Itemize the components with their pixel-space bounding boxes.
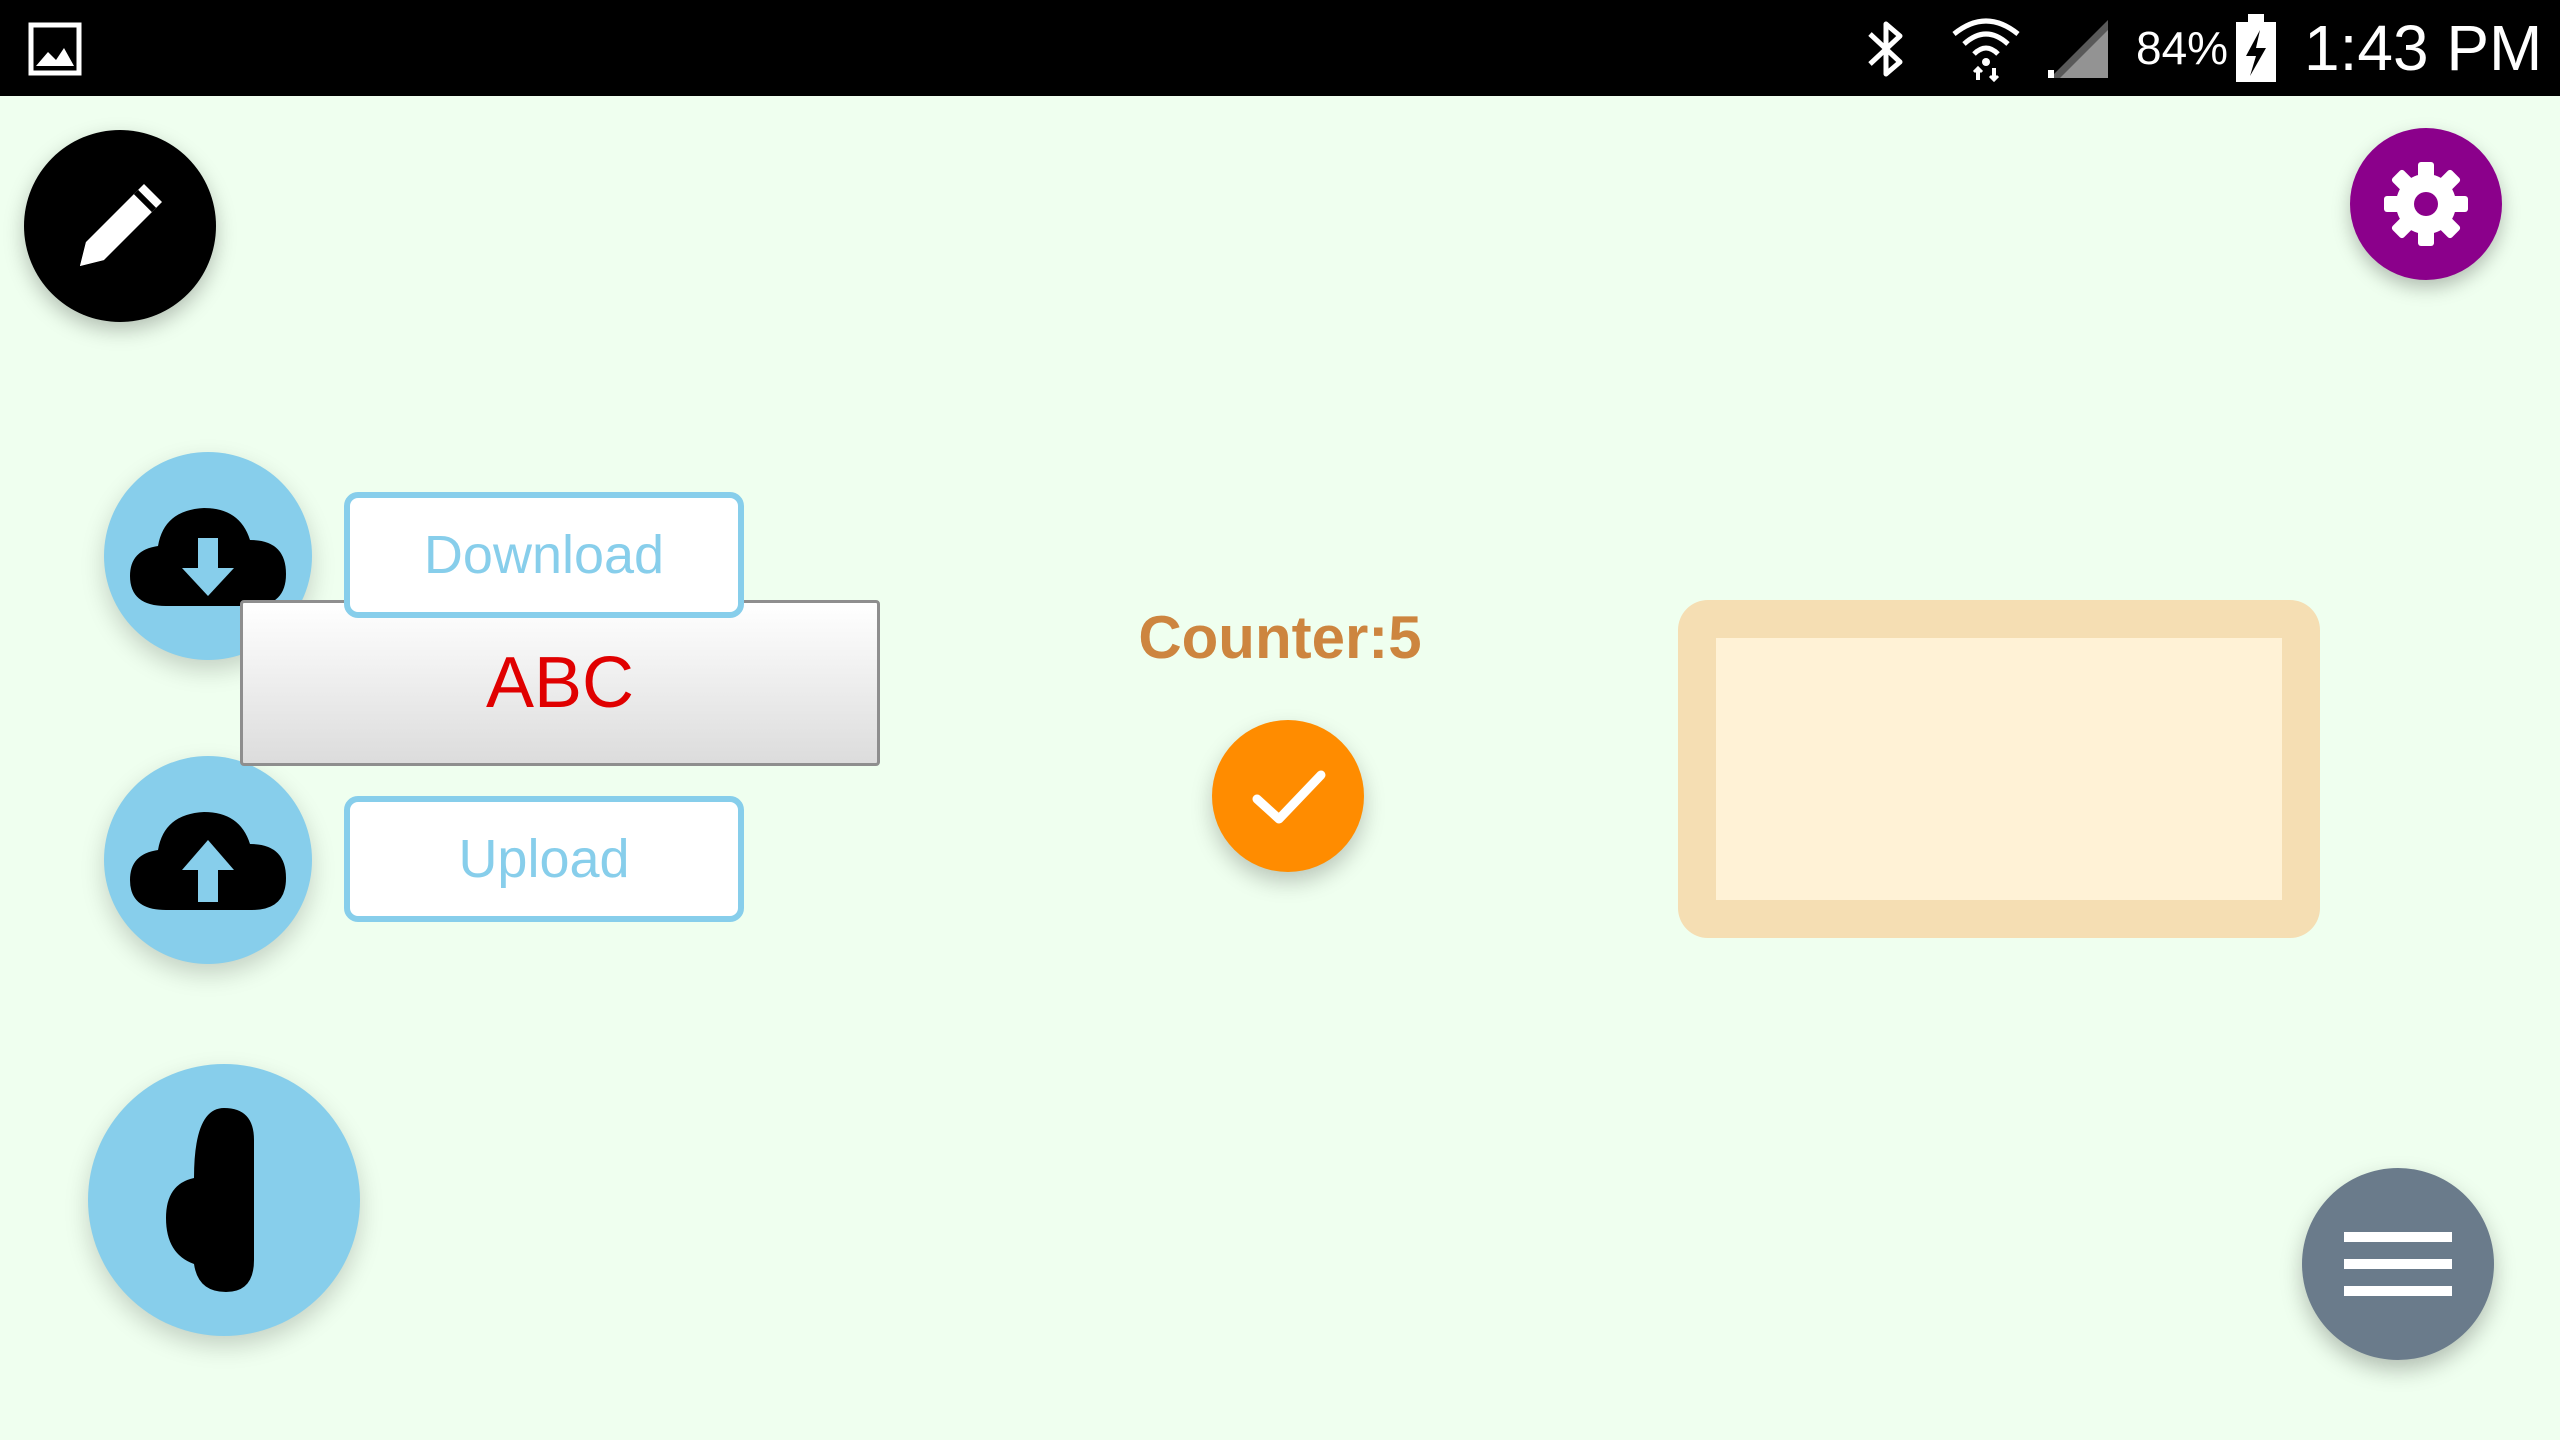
cloud-upload-icon	[130, 812, 286, 910]
hamburger-menu-icon	[2344, 1232, 2452, 1296]
upload-fab[interactable]	[104, 756, 312, 964]
cloud-download-icon	[130, 508, 286, 606]
menu-button[interactable]	[2302, 1168, 2494, 1360]
upload-button[interactable]: Upload	[344, 796, 744, 922]
gallery-icon	[28, 22, 82, 76]
battery-percent: 84%	[2136, 22, 2229, 74]
cloud-fab[interactable]	[88, 1064, 360, 1336]
edit-button[interactable]	[24, 130, 216, 322]
check-icon	[1252, 770, 1326, 824]
abc-button[interactable]: ABC	[240, 600, 880, 766]
cloud-partial-icon	[166, 1108, 254, 1292]
bluetooth-icon	[1868, 21, 1903, 77]
battery-charging-icon	[2236, 14, 2276, 82]
clock: 1:43 PM	[2304, 12, 2543, 84]
confirm-button[interactable]	[1212, 720, 1364, 872]
counter-label: Counter:5	[1138, 604, 1422, 671]
pencil-icon	[80, 184, 162, 266]
gear-icon	[2384, 162, 2468, 246]
text-panel[interactable]	[1678, 600, 2320, 938]
signal-icon	[2048, 20, 2108, 78]
wifi-icon	[1952, 18, 2020, 82]
settings-button[interactable]	[2350, 128, 2502, 280]
download-button[interactable]: Download	[344, 492, 744, 618]
status-bar: 84% 1:43 PM	[0, 0, 2560, 96]
